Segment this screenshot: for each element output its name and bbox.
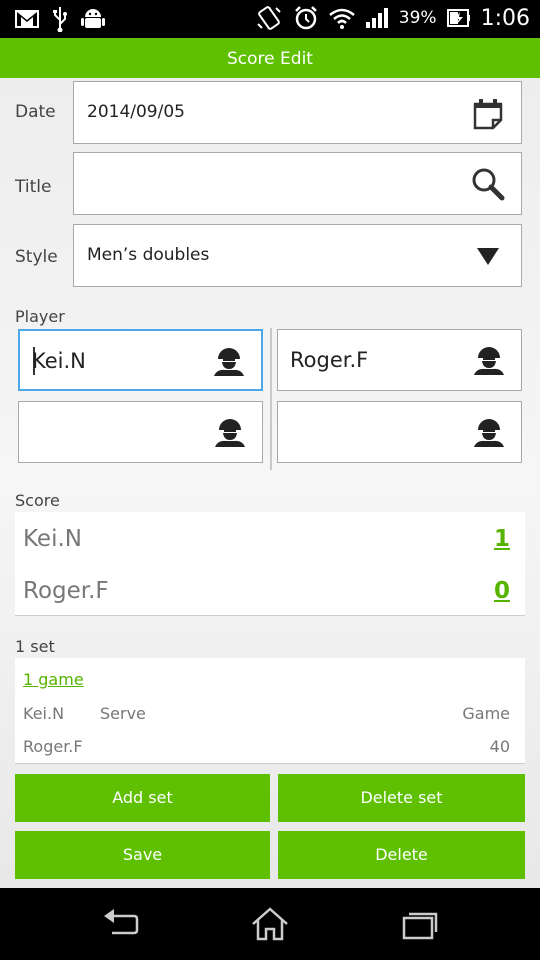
home-icon[interactable]	[250, 906, 290, 942]
recent-apps-icon[interactable]	[400, 906, 440, 942]
set-row-b-game: 40	[489, 737, 510, 756]
calendar-icon[interactable]	[471, 96, 505, 130]
set-row-a-name: Kei.N	[23, 704, 65, 723]
person-icon[interactable]	[473, 344, 505, 376]
score-edit-form: Date 2014/09/05 Title Style Men’s double…	[0, 78, 540, 888]
set-section-label: 1 set	[15, 637, 55, 656]
title-input[interactable]	[73, 152, 522, 215]
clock: 1:06	[480, 5, 530, 31]
usb-icon	[53, 7, 67, 32]
date-label: Date	[15, 102, 56, 122]
score-player-a-name: Kei.N	[23, 526, 82, 552]
title-label: Title	[15, 177, 52, 197]
battery-percent: 39%	[398, 8, 437, 28]
score-card: Kei.N 1 Roger.F 0	[15, 512, 525, 616]
style-value: Men’s doubles	[87, 245, 210, 265]
android-debug-icon	[81, 9, 105, 28]
player-a1-name: Kei.N	[32, 349, 86, 373]
date-field[interactable]: 2014/09/05	[73, 81, 522, 144]
wifi-icon	[328, 8, 355, 29]
score-player-b-value[interactable]: 0	[494, 578, 510, 604]
signal-icon	[365, 8, 388, 28]
style-label: Style	[15, 247, 58, 267]
status-bar: 39% 1:06	[0, 0, 540, 38]
score-player-a-value[interactable]: 1	[494, 526, 510, 552]
date-value: 2014/09/05	[87, 102, 185, 122]
vibrate-icon	[257, 6, 281, 30]
delete-button[interactable]: Delete	[278, 831, 525, 879]
player-a2-input[interactable]	[18, 401, 263, 463]
player-section-label: Player	[15, 307, 65, 326]
person-icon[interactable]	[213, 345, 245, 377]
page-title: Score Edit	[0, 38, 540, 78]
player-b1-name: Roger.F	[290, 348, 369, 372]
team-divider	[270, 328, 272, 470]
battery-charging-icon	[446, 9, 470, 27]
person-icon[interactable]	[214, 416, 246, 448]
set-card: 1 game Kei.N Serve Game Roger.F 40	[15, 658, 525, 764]
alarm-icon	[294, 6, 317, 30]
delete-set-button[interactable]: Delete set	[278, 774, 525, 822]
dropdown-arrow-icon[interactable]	[471, 239, 505, 273]
score-player-b-name: Roger.F	[23, 578, 109, 604]
add-set-button[interactable]: Add set	[15, 774, 270, 822]
set-row-b-name: Roger.F	[23, 737, 83, 756]
player-b1-input[interactable]: Roger.F	[277, 329, 522, 391]
style-select[interactable]: Men’s doubles	[73, 224, 522, 287]
set-row-a-serve: Serve	[100, 704, 146, 723]
person-icon[interactable]	[473, 416, 505, 448]
score-section-label: Score	[15, 491, 60, 510]
back-icon[interactable]	[100, 906, 140, 942]
gmail-icon	[15, 10, 39, 28]
save-button[interactable]: Save	[15, 831, 270, 879]
system-nav-bar	[0, 888, 540, 960]
set-row-a-game: Game	[462, 704, 510, 723]
player-b2-input[interactable]	[277, 401, 522, 463]
player-a1-input[interactable]: Kei.N	[18, 329, 263, 391]
search-icon[interactable]	[471, 167, 505, 201]
game-link[interactable]: 1 game	[23, 670, 84, 689]
